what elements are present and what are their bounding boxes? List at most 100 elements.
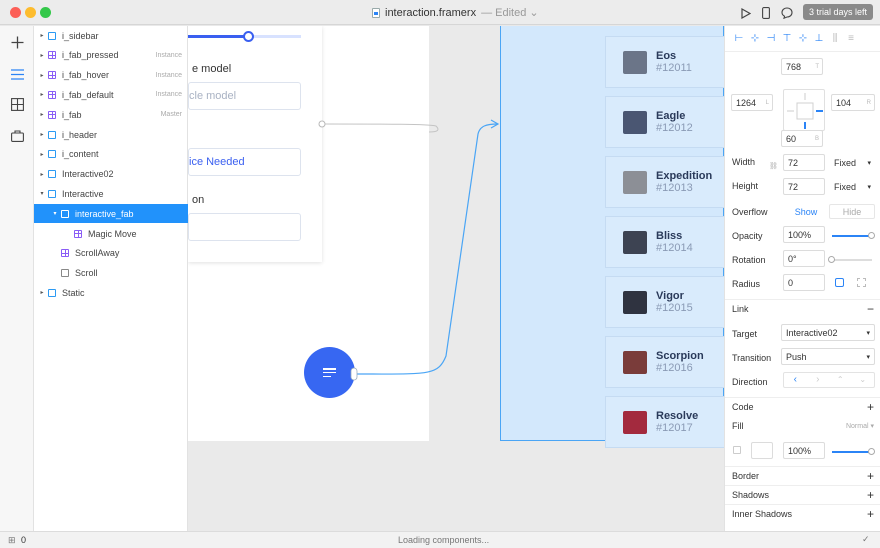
slider-handle[interactable] xyxy=(243,31,254,42)
align-top-icon[interactable]: ⊤ xyxy=(781,33,793,45)
car-list-item[interactable]: Eagle #12012 xyxy=(605,96,724,148)
right-offset-input[interactable]: 104 R xyxy=(831,94,875,111)
layer-row[interactable]: ▸ Interactive02 xyxy=(34,165,188,184)
canvas[interactable]: e model cle model ice Needed on Eos #1201… xyxy=(188,26,724,531)
align-bottom-icon[interactable]: ⊥ xyxy=(813,33,825,45)
store-icon[interactable] xyxy=(9,128,25,144)
disclosure-chevron-icon[interactable]: ▾ xyxy=(51,210,59,217)
fill-section[interactable]: Fill Normal ▾ xyxy=(725,416,880,435)
width-mode-select[interactable]: Fixed xyxy=(830,154,875,171)
opacity-slider[interactable] xyxy=(832,232,875,239)
range-slider[interactable] xyxy=(188,31,301,42)
close-window-button[interactable] xyxy=(10,7,21,18)
layer-row[interactable]: ScrollAway xyxy=(34,244,188,263)
align-right-icon[interactable]: ⊣ xyxy=(765,33,777,45)
add-border-icon[interactable]: + xyxy=(867,469,874,483)
height-input[interactable]: 72 xyxy=(783,178,825,195)
fill-opacity-slider[interactable] xyxy=(832,448,875,455)
align-center-h-icon[interactable]: ⊹ xyxy=(749,33,761,45)
lock-ratio-icon[interactable]: ⛓ xyxy=(769,162,778,170)
radius-uniform-icon[interactable] xyxy=(835,278,844,287)
overflow-hide-option[interactable]: Hide xyxy=(829,204,875,219)
play-icon[interactable] xyxy=(739,6,753,20)
opacity-input[interactable]: 100% xyxy=(783,226,825,243)
disclosure-chevron-icon[interactable]: ▾ xyxy=(38,190,46,197)
layer-row[interactable]: Magic Move xyxy=(34,224,188,243)
disclosure-chevron-icon[interactable]: ▸ xyxy=(38,289,46,296)
layer-row[interactable]: ▸ i_fab_pressed Instance xyxy=(34,46,188,65)
fill-opacity-input[interactable]: 100% xyxy=(783,442,825,459)
target-select[interactable]: Interactive02 xyxy=(781,324,875,341)
fill-toggle-checkbox[interactable] xyxy=(733,446,741,454)
interactive02-frame[interactable]: Eos #12011 Eagle #12012 Expedition #12013 Blis… xyxy=(500,26,724,448)
border-section[interactable]: Border + xyxy=(725,466,880,485)
layer-row[interactable]: ▸ i_fab Master xyxy=(34,105,188,124)
layer-row[interactable]: ▸ i_fab_default Instance xyxy=(34,85,188,104)
direction-up-icon[interactable]: ⌃ xyxy=(829,373,852,387)
fill-blend-select[interactable]: Normal ▾ xyxy=(846,422,874,430)
model-input[interactable]: cle model xyxy=(188,82,301,110)
add-inner-shadow-icon[interactable]: + xyxy=(867,507,874,521)
fill-opacity-handle[interactable] xyxy=(868,448,875,455)
disclosure-chevron-icon[interactable]: ▸ xyxy=(38,171,46,178)
disclosure-chevron-icon[interactable]: ▸ xyxy=(38,32,46,39)
direction-left-icon[interactable]: ‹ xyxy=(784,373,807,387)
layer-row[interactable]: Scroll xyxy=(34,264,188,283)
layer-row[interactable]: ▸ Static xyxy=(34,283,188,302)
shadows-section[interactable]: Shadows + xyxy=(725,485,880,504)
grid-count-icon[interactable]: ⊞ xyxy=(8,535,16,546)
car-list-item[interactable]: Expedition #12013 xyxy=(605,156,724,208)
maximize-window-button[interactable] xyxy=(40,7,51,18)
transition-select[interactable]: Push xyxy=(781,348,875,365)
radius-input[interactable]: 0 xyxy=(783,274,825,291)
disclosure-chevron-icon[interactable]: ▸ xyxy=(38,91,46,98)
height-mode-select[interactable]: Fixed xyxy=(830,178,875,195)
link-section[interactable]: Link − xyxy=(725,299,880,318)
car-list-item[interactable]: Resolve #12017 xyxy=(605,396,724,448)
layers-icon[interactable] xyxy=(9,66,25,82)
comment-icon[interactable] xyxy=(780,6,794,20)
layer-row[interactable]: ▸ i_header xyxy=(34,125,188,144)
distribute-v-icon[interactable]: ≡ xyxy=(845,33,857,45)
align-left-icon[interactable]: ⊢ xyxy=(733,33,745,45)
interactive-frame[interactable]: e model cle model ice Needed on xyxy=(188,26,429,441)
layer-row[interactable]: ▸ i_fab_hover Instance xyxy=(34,66,188,85)
trial-days-button[interactable]: 3 trial days left xyxy=(803,4,873,20)
overflow-show-option[interactable]: Show xyxy=(783,204,829,219)
car-list-item[interactable]: Bliss #12014 xyxy=(605,216,724,268)
disclosure-chevron-icon[interactable]: ▸ xyxy=(38,52,46,59)
constraints-widget[interactable] xyxy=(783,89,825,131)
rotation-slider-handle[interactable] xyxy=(828,256,835,263)
opacity-slider-handle[interactable] xyxy=(868,232,875,239)
rotation-input[interactable]: 0° xyxy=(783,250,825,267)
top-offset-input[interactable]: 768 T xyxy=(781,58,823,75)
add-code-icon[interactable]: + xyxy=(867,400,874,414)
device-icon[interactable] xyxy=(759,6,773,20)
collapse-link-icon[interactable]: − xyxy=(867,302,874,316)
layer-row[interactable]: ▸ i_content xyxy=(34,145,188,164)
inner-shadows-section[interactable]: Inner Shadows + xyxy=(725,504,880,523)
disclosure-chevron-icon[interactable]: ▸ xyxy=(38,151,46,158)
car-list-item[interactable]: Vigor #12015 xyxy=(605,276,724,328)
layer-row[interactable]: ▸ i_sidebar xyxy=(34,26,188,45)
width-input[interactable]: 72 xyxy=(783,154,825,171)
fab-button[interactable] xyxy=(304,347,355,398)
location-input[interactable] xyxy=(188,213,301,241)
rotation-slider[interactable] xyxy=(828,256,872,263)
fill-color-swatch[interactable] xyxy=(751,442,773,459)
code-section[interactable]: Code + xyxy=(725,397,880,416)
disclosure-chevron-icon[interactable]: ▸ xyxy=(38,111,46,118)
align-center-v-icon[interactable]: ⊹ xyxy=(797,33,809,45)
minimize-window-button[interactable] xyxy=(25,7,36,18)
radius-individual-icon[interactable] xyxy=(857,278,866,287)
disclosure-chevron-icon[interactable]: ▸ xyxy=(38,131,46,138)
add-shadow-icon[interactable]: + xyxy=(867,488,874,502)
layer-row[interactable]: ▾ interactive_fab xyxy=(34,204,188,224)
direction-right-icon[interactable]: › xyxy=(807,373,830,387)
car-list-item[interactable]: Scorpion #12016 xyxy=(605,336,724,388)
layer-row[interactable]: ▾ Interactive xyxy=(34,184,188,203)
distribute-h-icon[interactable]: ⫼ xyxy=(829,33,841,45)
bottom-offset-input[interactable]: 60 B xyxy=(781,130,823,147)
window-title[interactable]: interaction.framerx — Edited ⌄ xyxy=(372,6,539,19)
disclosure-chevron-icon[interactable]: ▸ xyxy=(38,72,46,79)
